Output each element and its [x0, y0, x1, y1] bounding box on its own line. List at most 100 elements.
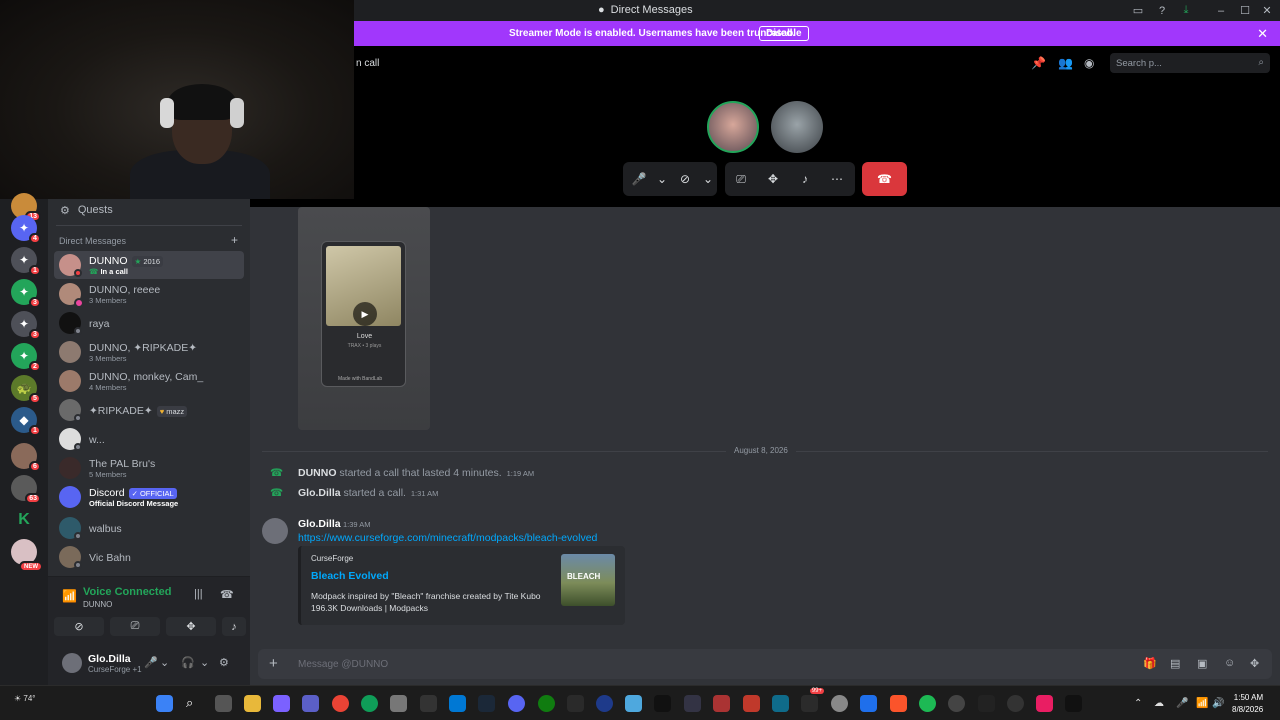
- file-explorer-icon[interactable]: [244, 695, 261, 712]
- app-icon[interactable]: [772, 695, 789, 712]
- search-icon[interactable]: ⌕: [186, 695, 203, 712]
- weather-widget[interactable]: ☀ 74°: [14, 694, 36, 703]
- username[interactable]: Glo.Dilla: [88, 653, 131, 665]
- dm-item[interactable]: raya: [54, 309, 244, 337]
- microphone-icon[interactable]: 🎤: [144, 656, 158, 669]
- pin-icon[interactable]: 📌: [1031, 56, 1046, 70]
- screen-share-button[interactable]: ⎚: [110, 617, 160, 636]
- steam-icon[interactable]: [478, 695, 495, 712]
- activities-icon[interactable]: ✥: [757, 172, 789, 186]
- clock[interactable]: 1:50 AM 8/8/2026: [1232, 692, 1263, 716]
- task-view-icon[interactable]: [215, 695, 232, 712]
- soundboard-button[interactable]: ♪: [222, 617, 246, 636]
- app-icon[interactable]: [684, 695, 701, 712]
- embed-thumbnail[interactable]: BLEACH: [561, 554, 615, 606]
- microphone-icon[interactable]: 🎤: [623, 172, 655, 186]
- server-icon[interactable]: 6: [11, 443, 41, 472]
- app-icon[interactable]: [860, 695, 877, 712]
- attach-plus-icon[interactable]: +: [269, 655, 278, 672]
- play-icon[interactable]: ▶: [353, 302, 377, 326]
- chevron-down-icon[interactable]: ⌄: [160, 656, 169, 669]
- voice-channel[interactable]: DUNNO: [83, 600, 112, 609]
- tiktok-live-icon[interactable]: [1036, 695, 1053, 712]
- avatar[interactable]: [262, 518, 288, 544]
- app-icon[interactable]: [743, 695, 760, 712]
- settings-icon[interactable]: [831, 695, 848, 712]
- noise-suppression-icon[interactable]: |||: [194, 588, 203, 600]
- epic-icon[interactable]: [567, 695, 584, 712]
- outlook-icon[interactable]: [449, 695, 466, 712]
- more-icon[interactable]: ⋯: [821, 172, 853, 186]
- discord-taskbar-icon[interactable]: [508, 695, 525, 712]
- dm-item[interactable]: walbus: [54, 514, 244, 542]
- dm-item[interactable]: Discord ✓ OFFICIAL Official Discord Messa…: [54, 483, 244, 511]
- server-icon[interactable]: ✦ 2: [11, 343, 41, 372]
- profile-icon[interactable]: ◉: [1084, 56, 1094, 70]
- wifi-icon[interactable]: 📶: [1196, 698, 1208, 709]
- capcut-icon[interactable]: [1065, 695, 1082, 712]
- brave-icon[interactable]: [890, 695, 907, 712]
- participant-avatar[interactable]: [771, 101, 823, 153]
- close-icon[interactable]: ✕: [1257, 26, 1268, 42]
- screen-share-icon[interactable]: ⎚: [725, 172, 757, 187]
- apps-icon[interactable]: ✥: [1250, 657, 1259, 670]
- dm-item[interactable]: The PAL Bru's 5 Members: [54, 454, 244, 482]
- dm-item[interactable]: ✦RIPKADE✦ ♥ mazz: [54, 396, 244, 424]
- gift-icon[interactable]: 🎁: [1143, 657, 1157, 670]
- video-attachment[interactable]: ▶ Love TRAX • 3 plays Made with BandLab: [298, 207, 430, 430]
- participant-avatar[interactable]: [707, 101, 759, 153]
- spotify-icon[interactable]: [919, 695, 936, 712]
- create-dm-icon[interactable]: +: [231, 233, 238, 247]
- dm-item[interactable]: DUNNO, reeee 3 Members: [54, 280, 244, 308]
- message-input[interactable]: + Message @DUNNO 🎁 ▤ ▣ ☺ ✥: [258, 649, 1272, 679]
- tray-chevron-icon[interactable]: ⌃: [1134, 698, 1142, 709]
- teams-icon[interactable]: [302, 695, 319, 712]
- dm-item[interactable]: w...: [54, 425, 244, 453]
- xbox-icon[interactable]: [538, 695, 555, 712]
- store-icon[interactable]: [390, 695, 407, 712]
- tiktok-icon[interactable]: [654, 695, 671, 712]
- epic-games-icon[interactable]: [420, 695, 437, 712]
- download-icon[interactable]: ⤓: [1175, 2, 1197, 19]
- server-icon[interactable]: 🐢 5: [11, 375, 41, 404]
- chevron-down-icon[interactable]: ⌄: [701, 172, 715, 186]
- message-author[interactable]: Glo.Dilla: [298, 518, 341, 530]
- app-icon[interactable]: 99+: [801, 688, 824, 712]
- video-off-button[interactable]: ⊘: [54, 617, 104, 636]
- add-friend-icon[interactable]: 👥: [1058, 56, 1073, 70]
- emoji-icon[interactable]: ☺: [1224, 657, 1235, 669]
- disconnect-icon[interactable]: ☎: [220, 588, 234, 601]
- sticker-icon[interactable]: ▣: [1197, 657, 1207, 670]
- avatar[interactable]: [62, 653, 82, 673]
- server-icon[interactable]: ◆ 1: [11, 407, 41, 436]
- server-icon[interactable]: ✦ 3: [11, 279, 41, 308]
- settings-gear-icon[interactable]: ⚙: [219, 656, 229, 669]
- dm-item[interactable]: DUNNO, monkey, Cam_ 4 Members: [54, 367, 244, 395]
- server-icon[interactable]: ✦ 4: [11, 215, 41, 244]
- message-link[interactable]: https://www.curseforge.com/minecraft/mod…: [298, 532, 597, 544]
- video-off-icon[interactable]: ⊘: [669, 172, 701, 186]
- media-player-icon[interactable]: [1007, 695, 1024, 712]
- app-icon[interactable]: [625, 695, 642, 712]
- dm-item[interactable]: Vic Bahn: [54, 543, 244, 571]
- microphone-tray-icon[interactable]: 🎤: [1176, 698, 1188, 709]
- dm-item[interactable]: DUNNO ★ 2016 ☎ In a call: [54, 251, 244, 279]
- onedrive-icon[interactable]: ☁: [1154, 698, 1164, 709]
- app-icon[interactable]: [978, 695, 995, 712]
- activities-button[interactable]: ✥: [166, 617, 216, 636]
- start-icon[interactable]: [156, 695, 173, 712]
- headphones-icon[interactable]: 🎧: [181, 656, 195, 669]
- ea-icon[interactable]: [596, 695, 613, 712]
- maximize-button[interactable]: ☐: [1234, 2, 1256, 19]
- hang-up-button[interactable]: ☎: [862, 162, 907, 196]
- gif-icon[interactable]: ▤: [1170, 657, 1180, 670]
- server-icon[interactable]: ✦ 1: [11, 247, 41, 276]
- chevron-down-icon[interactable]: ⌄: [655, 172, 669, 186]
- embed-title[interactable]: Bleach Evolved: [311, 570, 389, 582]
- server-icon[interactable]: NEW: [11, 539, 43, 572]
- chrome-icon[interactable]: [332, 695, 349, 712]
- signal-icon[interactable]: 📶: [62, 589, 77, 603]
- help-icon[interactable]: ?: [1151, 2, 1173, 19]
- kick-server-icon[interactable]: K: [11, 507, 37, 533]
- obs-icon[interactable]: [948, 695, 965, 712]
